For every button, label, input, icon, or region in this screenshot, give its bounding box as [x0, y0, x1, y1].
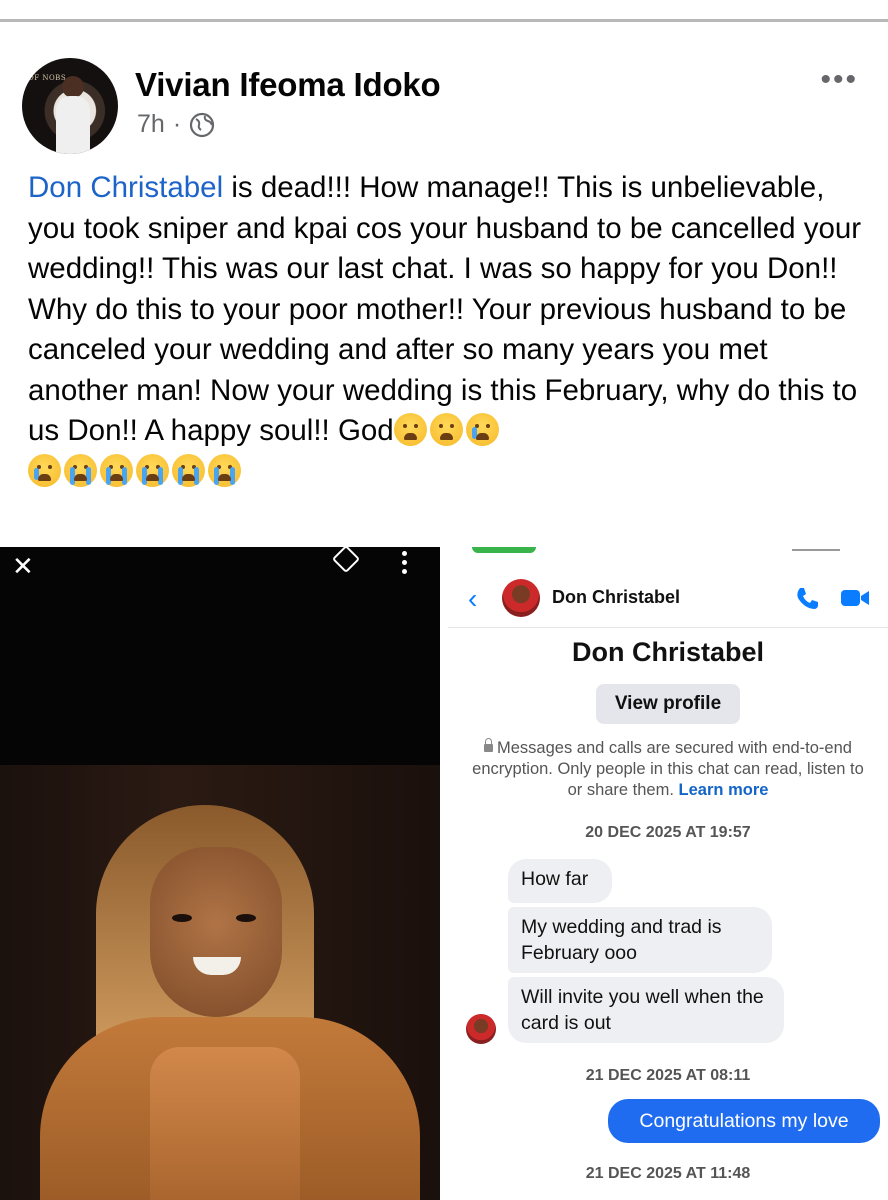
- encryption-notice: Messages and calls are secured with end-…: [464, 738, 872, 801]
- weary-face-emoji: [429, 413, 463, 446]
- avatar-figure-head: [62, 76, 84, 98]
- timestamp: 21 DEC 2025 AT 08:11: [585, 1067, 751, 1084]
- sob-face-emoji: [136, 453, 169, 487]
- sob-face-emoji: [64, 453, 97, 487]
- avatar-sign-text: OF NOBS: [28, 74, 67, 82]
- status-bar-line: [792, 549, 840, 551]
- globe-icon: [190, 112, 215, 137]
- post-text: Don Christabel is dead!!! How manage!! T…: [28, 168, 868, 492]
- photo-dress: [150, 1047, 300, 1200]
- post-body: is dead!!! How manage!! This is unbeliev…: [28, 171, 862, 447]
- chat-screenshot: ‹ Don Christabel Don Christabel View pro…: [448, 547, 888, 1200]
- chat-header-name[interactable]: Don Christabel: [552, 587, 680, 608]
- sob-face-emoji: [100, 453, 133, 487]
- weary-face-emoji: [393, 413, 427, 446]
- back-chevron-icon[interactable]: ‹: [468, 585, 477, 613]
- sob-face-emoji: [172, 453, 205, 487]
- post-meta: 7h ·: [137, 110, 215, 139]
- video-call-icon[interactable]: [840, 587, 870, 609]
- contact-avatar[interactable]: [502, 579, 540, 617]
- learn-more-link[interactable]: Learn more: [679, 781, 769, 799]
- tag-icon[interactable]: [331, 547, 361, 574]
- author-avatar[interactable]: OF NOBS: [22, 58, 118, 154]
- contact-title: Don Christabel: [571, 637, 765, 667]
- status-bar-indicator: [472, 547, 536, 553]
- top-divider: [0, 0, 888, 22]
- sob-face-emoji: [208, 453, 241, 487]
- avatar-figure-body: [56, 96, 90, 154]
- outgoing-message[interactable]: Congratulations my love: [608, 1099, 880, 1143]
- message-avatar: [466, 1014, 496, 1044]
- kebab-menu-icon[interactable]: [402, 551, 407, 578]
- view-profile-button[interactable]: View profile: [596, 684, 740, 724]
- incoming-message[interactable]: My wedding and trad is February ooo: [508, 907, 772, 973]
- timestamp: 21 DEC 2025 AT 11:48: [585, 1165, 751, 1182]
- close-icon[interactable]: ✕: [12, 553, 34, 579]
- photo-face: [150, 847, 282, 1017]
- mention-link[interactable]: Don Christabel: [28, 171, 223, 204]
- encryption-text: Messages and calls are secured with end-…: [472, 739, 864, 799]
- more-options-icon[interactable]: •••: [820, 65, 858, 95]
- phone-icon[interactable]: [794, 585, 820, 611]
- crying-face-emoji: [465, 413, 499, 446]
- incoming-message[interactable]: How far: [508, 859, 612, 903]
- header-divider: [448, 627, 888, 628]
- incoming-message[interactable]: Will invite you well when the card is ou…: [508, 977, 784, 1043]
- photo-eye: [236, 914, 256, 922]
- author-name[interactable]: Vivian Ifeoma Idoko: [135, 66, 441, 104]
- lock-icon: [484, 738, 494, 752]
- post-time[interactable]: 7h: [137, 110, 165, 139]
- timestamp: 20 DEC 2025 AT 19:57: [585, 824, 751, 841]
- meta-separator: ·: [172, 110, 182, 138]
- crying-face-emoji: [28, 453, 61, 487]
- photo-eye: [172, 914, 192, 922]
- photo-screenshot[interactable]: ✕: [0, 547, 440, 1200]
